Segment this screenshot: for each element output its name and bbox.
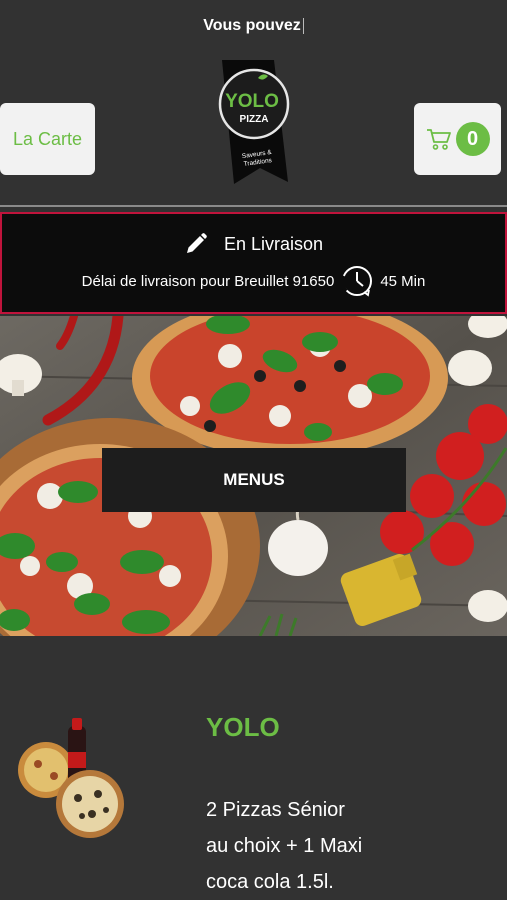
header: La Carte YOLO PIZZA Saveurs & Traditions…	[0, 52, 507, 204]
delivery-mode-label: En Livraison	[223, 233, 324, 254]
menu-item-title: YOLO	[206, 712, 280, 742]
cart-button[interactable]: 0	[414, 103, 501, 175]
banner-text: Vous pouvez	[203, 17, 301, 34]
hero-banner: MENUS	[0, 316, 507, 636]
delivery-delay-text: Délai de livraison pour Breuillet 91650	[81, 272, 335, 290]
menu-item-desc-line: 2 Pizzas Sénior	[206, 799, 345, 821]
menu-item-card[interactable]: YOLO 2 Pizzas Sénior au choix + 1 Maxi c…	[0, 636, 507, 900]
delivery-mode-box[interactable]: En Livraison Délai de livraison pour Bre…	[0, 212, 507, 314]
delivery-mode-row: En Livraison	[2, 232, 505, 256]
clock-icon	[341, 266, 373, 297]
cart-icon	[426, 129, 451, 150]
menus-button[interactable]: MENUS	[102, 448, 406, 512]
top-banner: Vous pouvez	[0, 0, 507, 52]
header-divider	[0, 205, 507, 207]
menu-item-desc-line: coca cola 1.5l.	[206, 871, 334, 893]
menu-item-image	[18, 718, 124, 838]
la-carte-label: La Carte	[12, 128, 83, 149]
svg-text:PIZZA: PIZZA	[240, 114, 269, 125]
menu-item-desc-line: au choix + 1 Maxi	[206, 835, 363, 857]
pencil-icon[interactable]	[184, 232, 208, 256]
svg-text:YOLO: YOLO	[225, 91, 279, 112]
text-caret	[302, 18, 304, 34]
delivery-delay-time: 45 Min	[380, 272, 426, 290]
la-carte-button[interactable]: La Carte	[0, 103, 95, 175]
menu-item-description: 2 Pizzas Sénior au choix + 1 Maxi coca c…	[206, 792, 416, 900]
menus-label: MENUS	[223, 470, 285, 489]
cart-count-badge: 0	[455, 122, 490, 156]
yolo-pizza-logo[interactable]: YOLO PIZZA Saveurs & Traditions	[216, 60, 292, 186]
delivery-delay-row: Délai de livraison pour Breuillet 91650 …	[2, 264, 505, 298]
